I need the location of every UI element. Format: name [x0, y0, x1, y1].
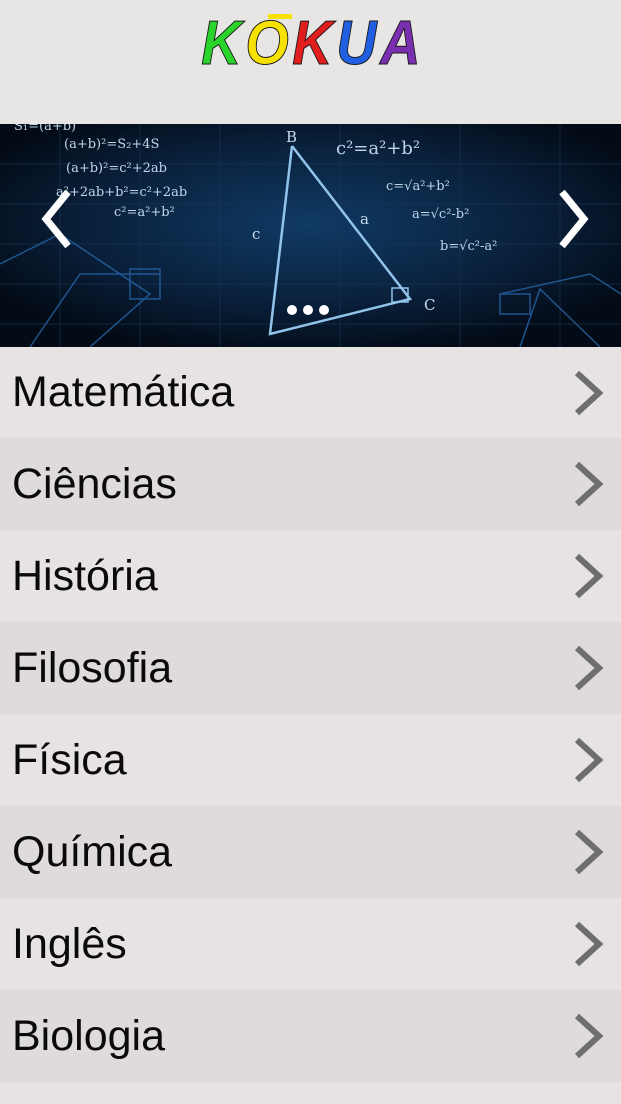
chevron-right-icon	[574, 461, 604, 507]
carousel-page-indicator	[287, 305, 335, 317]
chevron-right-icon	[574, 553, 604, 599]
banner-carousel[interactable]: B C c a S₁=(a+b) (a+b)²=S₂+4S (a+b)²=c²+…	[0, 124, 621, 347]
menu-item-biologia[interactable]: Biologia	[0, 990, 621, 1082]
logo-letter: U	[336, 9, 377, 79]
menu-item-quimica[interactable]: Química	[0, 806, 621, 898]
kokua-logo: KOKUA	[0, 6, 621, 82]
page-dot[interactable]	[319, 305, 329, 315]
chevron-right-icon	[574, 737, 604, 783]
menu-item-historia[interactable]: História	[0, 530, 621, 622]
menu-item-fisica[interactable]: Física	[0, 714, 621, 806]
menu-item-label: Ciências	[12, 459, 177, 508]
menu-item-label: Química	[12, 827, 173, 876]
menu-item-ingles[interactable]: Inglês	[0, 898, 621, 990]
menu-item-label: Matemática	[12, 368, 235, 416]
chevron-right-icon	[574, 829, 604, 875]
page-dot[interactable]	[287, 305, 297, 315]
logo-macron	[268, 14, 292, 19]
chevron-right-icon	[574, 1013, 604, 1059]
header: KOKUA	[0, 0, 621, 124]
menu-item-label: Física	[12, 735, 127, 784]
menu-item-filosofia[interactable]: Filosofia	[0, 622, 621, 714]
chevron-right-icon	[574, 645, 604, 691]
carousel-next-button[interactable]	[552, 184, 592, 254]
carousel-prev-button[interactable]	[38, 184, 78, 254]
logo-letter: K	[201, 9, 242, 79]
chevron-right-icon	[559, 189, 589, 249]
menu-item-ciencias[interactable]: Ciências	[0, 438, 621, 530]
menu-item-matematica[interactable]: Matemática	[0, 347, 621, 438]
logo-letter: K	[292, 9, 333, 79]
app-screen: KOKUA B C c a S₁=(a+b) (a+b)²=S₂+4S (a+b…	[0, 0, 621, 1104]
menu-item-label: Filosofia	[12, 643, 173, 692]
chevron-right-icon	[574, 370, 604, 416]
logo-letter: A	[380, 9, 421, 79]
menu-item-label: Inglês	[12, 919, 127, 968]
menu-item-label: História	[12, 551, 158, 600]
menu-item-label: Biologia	[12, 1011, 165, 1060]
chevron-left-icon	[41, 189, 71, 249]
page-dot[interactable]	[303, 305, 313, 315]
chevron-right-icon	[574, 921, 604, 967]
subject-menu: Matemática Ciências História Filosofia F…	[0, 347, 621, 1082]
